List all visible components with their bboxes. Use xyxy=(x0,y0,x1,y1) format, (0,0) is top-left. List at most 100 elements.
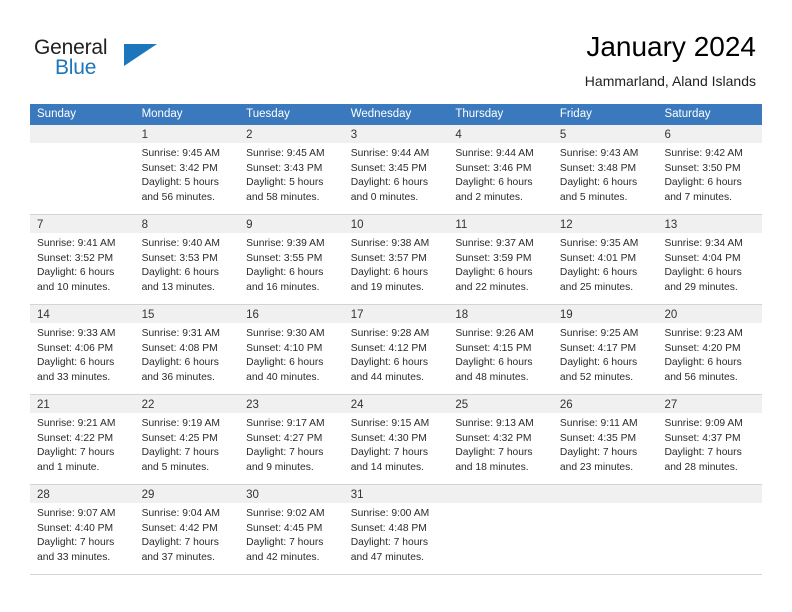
day-detail-line: Sunset: 4:15 PM xyxy=(455,342,532,354)
calendar-day-cell[interactable]: 21 Sunrise: 9:21 AM Sunset: 4:22 PM Dayligh… xyxy=(30,395,135,484)
day-detail-line: Daylight: 6 hours xyxy=(37,357,115,369)
day-number-bar: 7 xyxy=(30,215,135,233)
day-detail-line: Sunset: 4:25 PM xyxy=(141,432,218,444)
day-detail-line: and 16 minutes. xyxy=(246,281,320,293)
day-details: Sunrise: 9:44 AM Sunset: 3:46 PM Daylight:… xyxy=(448,143,553,205)
day-detail-line: Sunrise: 9:42 AM xyxy=(664,148,743,159)
day-number: 19 xyxy=(559,309,573,321)
calendar-day-cell[interactable]: 12 Sunrise: 9:35 AM Sunset: 4:01 PM Dayligh… xyxy=(552,215,658,304)
day-number: 11 xyxy=(455,219,468,231)
day-detail-line: Sunrise: 9:30 AM xyxy=(246,328,325,339)
day-detail-line: and 25 minutes. xyxy=(559,281,634,293)
calendar-day-cell[interactable]: 28 Sunrise: 9:07 AM Sunset: 4:40 PM Dayligh… xyxy=(30,485,135,574)
calendar-day-cell[interactable]: 10 Sunrise: 9:38 AM Sunset: 3:57 PM Dayligh… xyxy=(343,215,449,304)
calendar-day-cell[interactable]: 9 Sunrise: 9:39 AM Sunset: 3:55 PM Daylight… xyxy=(239,215,344,304)
calendar-day-cell[interactable]: 30 Sunrise: 9:02 AM Sunset: 4:45 PM Dayligh… xyxy=(239,485,344,574)
day-detail-line: Sunset: 4:22 PM xyxy=(37,432,114,444)
day-detail-line: Sunset: 3:42 PM xyxy=(141,162,218,174)
day-number: 10 xyxy=(350,219,364,231)
day-details: Sunrise: 9:30 AM Sunset: 4:10 PM Daylight:… xyxy=(239,323,344,385)
day-detail-line: Daylight: 7 hours xyxy=(37,537,115,549)
day-detail-line: Daylight: 6 hours xyxy=(664,357,742,369)
calendar-day-cell[interactable]: 2 Sunrise: 9:45 AM Sunset: 3:43 PM Daylight… xyxy=(239,125,344,214)
day-detail-line: Daylight: 6 hours xyxy=(559,267,638,279)
weekday-header-friday: Friday xyxy=(559,108,592,120)
day-detail-line: Daylight: 6 hours xyxy=(455,267,533,279)
day-detail-line: Daylight: 7 hours xyxy=(141,447,219,459)
day-details: Sunrise: 9:28 AM Sunset: 4:12 PM Daylight:… xyxy=(344,323,449,385)
triangle-logo-icon xyxy=(124,44,157,66)
day-number: 21 xyxy=(37,399,50,411)
day-number: 29 xyxy=(141,489,155,501)
day-detail-line: Daylight: 7 hours xyxy=(350,537,429,549)
day-details: Sunrise: 9:25 AM Sunset: 4:17 PM Daylight:… xyxy=(553,323,658,385)
day-number-bar: 12 xyxy=(552,215,658,233)
day-number: 28 xyxy=(37,489,50,501)
day-number-bar: 10 xyxy=(343,215,449,233)
calendar-day-cell[interactable]: 14 Sunrise: 9:33 AM Sunset: 4:06 PM Dayligh… xyxy=(30,305,135,394)
day-detail-line: Sunset: 3:46 PM xyxy=(455,162,532,174)
day-detail-line: Daylight: 6 hours xyxy=(455,177,533,189)
day-number-bar: 1 xyxy=(134,125,240,143)
calendar-day-cell[interactable]: 18 Sunrise: 9:26 AM Sunset: 4:15 PM Dayligh… xyxy=(448,305,553,394)
weekday-header-wednesday: Wednesday xyxy=(350,108,412,120)
day-detail-line: and 18 minutes. xyxy=(455,461,529,473)
calendar-day-cell[interactable]: 16 Sunrise: 9:30 AM Sunset: 4:10 PM Dayligh… xyxy=(239,305,344,394)
calendar-day-cell[interactable]: 6 Sunrise: 9:42 AM Sunset: 3:50 PM Daylight… xyxy=(657,125,763,214)
day-number: 17 xyxy=(350,309,364,321)
day-detail-line: and 56 minutes. xyxy=(141,191,215,203)
calendar-day-cell[interactable]: 26 Sunrise: 9:11 AM Sunset: 4:35 PM Dayligh… xyxy=(552,395,658,484)
day-detail-line: Sunset: 4:37 PM xyxy=(664,432,741,444)
calendar-day-cell[interactable]: 24 Sunrise: 9:15 AM Sunset: 4:30 PM Dayligh… xyxy=(343,395,449,484)
calendar-day-cell[interactable]: 22 Sunrise: 9:19 AM Sunset: 4:25 PM Dayligh… xyxy=(134,395,240,484)
day-details: Sunrise: 9:17 AM Sunset: 4:27 PM Daylight:… xyxy=(239,413,344,475)
calendar-day-cell[interactable]: 1 Sunrise: 9:45 AM Sunset: 3:42 PM Daylight… xyxy=(134,125,240,214)
calendar-day-cell[interactable]: 3 Sunrise: 9:44 AM Sunset: 3:45 PM Daylight… xyxy=(343,125,449,214)
day-detail-line: Sunset: 4:01 PM xyxy=(559,252,637,264)
day-details: Sunrise: 9:07 AM Sunset: 4:40 PM Daylight:… xyxy=(30,503,135,565)
calendar-day-cell[interactable]: 15 Sunrise: 9:31 AM Sunset: 4:08 PM Dayligh… xyxy=(134,305,240,394)
day-number-bar: 20 xyxy=(657,305,763,323)
day-number-bar: 26 xyxy=(552,395,658,413)
calendar-week-row: 21 Sunrise: 9:21 AM Sunset: 4:22 PM Dayligh… xyxy=(30,395,763,485)
calendar-day-cell[interactable]: 8 Sunrise: 9:40 AM Sunset: 3:53 PM Daylight… xyxy=(134,215,240,304)
day-detail-line: Daylight: 7 hours xyxy=(350,447,429,459)
day-detail-line: Sunrise: 9:37 AM xyxy=(455,238,534,249)
day-detail-line: Sunrise: 9:13 AM xyxy=(455,418,534,429)
calendar-day-cell[interactable]: 17 Sunrise: 9:28 AM Sunset: 4:12 PM Dayligh… xyxy=(343,305,449,394)
day-details: Sunrise: 9:34 AM Sunset: 4:04 PM Daylight:… xyxy=(657,233,762,295)
page-title: January 2024 xyxy=(586,31,756,62)
calendar-day-cell[interactable]: 23 Sunrise: 9:17 AM Sunset: 4:27 PM Dayligh… xyxy=(239,395,344,484)
day-details: Sunrise: 9:02 AM Sunset: 4:45 PM Daylight:… xyxy=(239,503,344,565)
calendar-day-cell[interactable]: 4 Sunrise: 9:44 AM Sunset: 3:46 PM Daylight… xyxy=(448,125,553,214)
day-detail-line: Sunset: 4:06 PM xyxy=(37,342,114,354)
day-number-bar xyxy=(30,125,135,143)
day-detail-line: Sunset: 4:04 PM xyxy=(664,252,741,264)
day-number-bar: 14 xyxy=(30,305,135,323)
calendar-day-cell[interactable]: 25 Sunrise: 9:13 AM Sunset: 4:32 PM Dayligh… xyxy=(448,395,553,484)
day-detail-line: Sunrise: 9:44 AM xyxy=(350,148,430,159)
calendar-day-cell[interactable]: 31 Sunrise: 9:00 AM Sunset: 4:48 PM Dayligh… xyxy=(343,485,449,574)
day-details: Sunrise: 9:19 AM Sunset: 4:25 PM Daylight:… xyxy=(135,413,240,475)
calendar-day-cell[interactable]: 27 Sunrise: 9:09 AM Sunset: 4:37 PM Dayligh… xyxy=(657,395,763,484)
day-detail-line: Daylight: 6 hours xyxy=(664,177,742,189)
calendar-day-cell[interactable]: 7 Sunrise: 9:41 AM Sunset: 3:52 PM Daylight… xyxy=(30,215,135,304)
day-number: 23 xyxy=(246,399,259,411)
calendar-day-cell[interactable]: 11 Sunrise: 9:37 AM Sunset: 3:59 PM Dayligh… xyxy=(448,215,553,304)
calendar-day-cell[interactable]: 20 Sunrise: 9:23 AM Sunset: 4:20 PM Dayligh… xyxy=(657,305,763,394)
day-details: Sunrise: 9:45 AM Sunset: 3:43 PM Daylight:… xyxy=(239,143,344,205)
brand-logo[interactable]: General Blue xyxy=(34,36,214,82)
day-number-bar: 16 xyxy=(239,305,344,323)
day-detail-line: Sunrise: 9:11 AM xyxy=(559,418,638,429)
day-number-bar: 2 xyxy=(239,125,344,143)
day-detail-line: Sunset: 3:45 PM xyxy=(350,162,427,174)
calendar-day-cell[interactable]: 29 Sunrise: 9:04 AM Sunset: 4:42 PM Dayligh… xyxy=(134,485,240,574)
day-number-bar: 24 xyxy=(343,395,449,413)
calendar-day-cell[interactable]: 13 Sunrise: 9:34 AM Sunset: 4:04 PM Dayligh… xyxy=(657,215,763,304)
day-detail-line: Daylight: 6 hours xyxy=(37,267,115,279)
day-detail-line: Sunset: 4:40 PM xyxy=(37,522,114,534)
calendar-day-cell[interactable]: 5 Sunrise: 9:43 AM Sunset: 3:48 PM Daylight… xyxy=(552,125,658,214)
day-number-bar: 28 xyxy=(30,485,135,503)
day-number-bar: 25 xyxy=(448,395,553,413)
calendar-day-cell[interactable]: 19 Sunrise: 9:25 AM Sunset: 4:17 PM Dayligh… xyxy=(552,305,658,394)
